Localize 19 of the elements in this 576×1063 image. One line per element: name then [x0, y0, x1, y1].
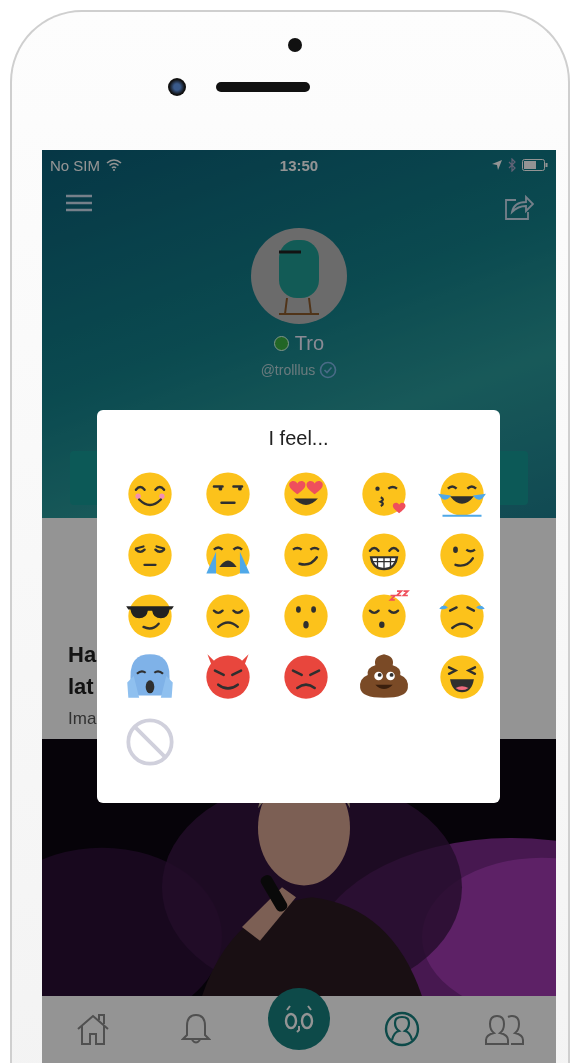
clock-time: 13:50 [279, 156, 319, 174]
camera-icon [168, 78, 186, 96]
profile-icon[interactable] [383, 1011, 420, 1048]
location-icon [492, 160, 502, 170]
battery-icon [522, 159, 548, 171]
dialog-title: I feel... [267, 426, 330, 451]
post-title: Ha [68, 640, 97, 669]
people-icon[interactable] [483, 1012, 526, 1047]
post-subtitle: Ima [68, 708, 97, 729]
post-title: lat [68, 672, 94, 701]
wifi-icon [106, 159, 122, 171]
menu-icon[interactable] [66, 194, 92, 212]
sensor-icon [288, 38, 302, 52]
profile-handle: @trolllus [260, 362, 316, 378]
profile-name: Tro [294, 332, 325, 355]
speaker-icon [216, 82, 310, 92]
carrier-label: No SIM [50, 156, 100, 174]
share-icon[interactable] [504, 194, 534, 220]
bluetooth-icon [508, 158, 516, 172]
